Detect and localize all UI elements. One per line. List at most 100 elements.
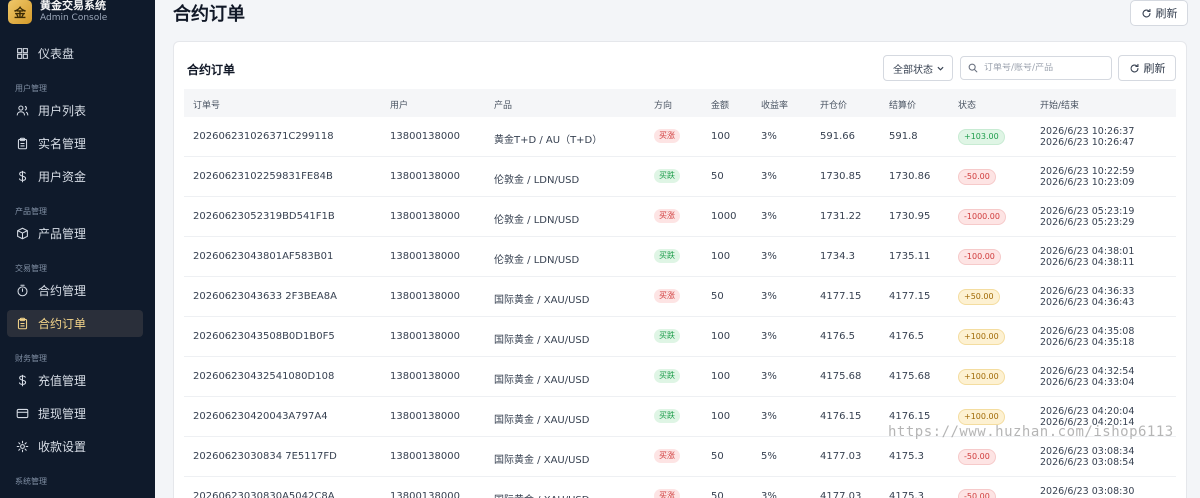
col-user: 用户 [390,101,409,111]
order-amount: 50 [711,171,724,182]
sidebar-item-label: 合约订单 [38,317,87,331]
card-refresh-label: 刷新 [1143,63,1166,75]
order-product: 国际黄金 / XAU/USD [494,335,590,346]
order-rate: 3% [761,371,777,382]
order-time: 2026/6/23 04:32:54 2026/6/23 04:33:04 [1040,366,1134,388]
order-settle-price: 591.8 [889,131,918,142]
status-badge: +100.00 [958,329,1005,345]
order-rate: 3% [761,491,777,498]
col-product: 产品 [494,101,513,111]
search-icon [968,63,978,73]
sidebar-item-0[interactable]: 仪表盘 [7,40,143,67]
table-row[interactable]: 20260623043633 2F3BEA8A 13800138000 国际黄金 /… [184,277,1176,317]
order-open-price: 1734.3 [820,251,855,262]
end-time: 2026/6/23 04:36:43 [1040,297,1135,308]
clipboard-icon [15,137,29,151]
order-user: 13800138000 [390,411,460,422]
nav-group-label: 交易管理 [15,264,47,273]
box-icon [15,227,29,241]
sidebar-item-9[interactable]: 合约订单 [7,310,143,337]
order-settle-price: 1730.86 [889,171,931,182]
table-row[interactable]: 20260623030830A5042C8A 13800138000 国际黄金 / … [184,477,1176,498]
order-user: 13800138000 [390,451,460,462]
status-badge: +50.00 [958,289,1000,305]
sidebar-item-label: 合约管理 [38,284,87,298]
order-open-price: 1731.22 [820,211,862,222]
order-time: 2026/6/23 05:23:19 2026/6/23 05:23:29 [1040,206,1134,228]
dashboard-icon [15,47,29,61]
order-id: 202606230420043A797A4 [193,411,328,422]
order-amount: 50 [711,491,724,498]
order-amount: 100 [711,371,731,382]
order-amount: 100 [711,331,731,342]
sidebar-item-2[interactable]: 用户列表 [7,97,143,124]
col-order-id: 订单号 [193,101,221,111]
card-refresh-button[interactable]: 刷新 [1118,55,1176,81]
end-time: 2026/6/23 04:35:18 [1040,337,1135,348]
order-open-price: 4176.15 [820,411,862,422]
table-row[interactable]: 202606230432541080D108 13800138000 国际黄金 / … [184,357,1176,397]
end-time: 2026/6/23 04:33:04 [1040,377,1135,388]
order-product: 国际黄金 / XAU/USD [494,415,590,426]
direction-badge: 买跌 [654,409,680,423]
order-rate: 3% [761,131,777,142]
order-amount: 100 [711,131,731,142]
status-filter-select[interactable]: 全部状态 [883,55,953,81]
table-row[interactable]: 20260623102259831FE84B 13800138000 伦敦金 / L… [184,157,1176,197]
order-user: 13800138000 [390,371,460,382]
nav-group-label: 用户管理 [15,84,47,93]
search-input[interactable] [984,63,1104,73]
order-open-price: 4175.68 [820,371,862,382]
order-settle-price: 4175.68 [889,371,931,382]
order-rate: 3% [761,211,777,222]
clipboard-icon [15,317,29,331]
order-time: 2026/6/23 04:36:33 2026/6/23 04:36:43 [1040,286,1134,308]
start-time: 2026/6/23 04:32:54 [1040,366,1135,377]
start-time: 2026/6/23 04:20:04 [1040,406,1135,417]
direction-badge: 买涨 [654,209,680,223]
order-id: 20260623043508B0D1B0F5 [193,331,335,342]
order-rate: 3% [761,291,777,302]
order-product: 国际黄金 / XAU/USD [494,295,590,306]
refresh-icon [1142,8,1150,17]
end-time: 2026/6/23 10:23:09 [1040,177,1135,188]
table-row[interactable]: 20260623043801AF583B01 13800138000 伦敦金 / L… [184,237,1176,277]
order-id: 20260623052319BD541F1B [193,211,335,222]
table-row[interactable]: 20260623043508B0D1B0F5 13800138000 国际黄金 / … [184,317,1176,357]
sidebar-item-12[interactable]: 提现管理 [7,400,143,427]
sidebar-item-11[interactable]: 充值管理 [7,367,143,394]
end-time: 2026/6/23 04:38:11 [1040,257,1135,268]
order-amount: 100 [711,411,731,422]
sidebar-item-8[interactable]: 合约管理 [7,277,143,304]
brand-logo: 金 [8,0,32,24]
end-time: 2026/6/23 03:08:54 [1040,457,1135,468]
table-row[interactable]: 20260623030834 7E5117FD 13800138000 国际黄金 /… [184,437,1176,477]
col-status: 状态 [958,101,977,111]
table-row[interactable]: 202606231026371C299118 13800138000 黄金T+D /… [184,117,1176,157]
chevron-down-icon [937,66,944,71]
col-rate: 收益率 [761,101,789,111]
sidebar-item-13[interactable]: 收款设置 [7,433,143,460]
sidebar-item-3[interactable]: 实名管理 [7,130,143,157]
sidebar-item-label: 用户列表 [38,104,87,118]
table-row[interactable]: 20260623052319BD541F1B 13800138000 伦敦金 / L… [184,197,1176,237]
search-field[interactable] [960,56,1112,80]
header-refresh-button[interactable]: 刷新 [1130,0,1188,26]
order-id: 20260623043633 2F3BEA8A [193,291,337,302]
status-badge: -1000.00 [958,209,1006,225]
sidebar-item-4[interactable]: 用户资金 [7,163,143,190]
order-user: 13800138000 [390,491,460,498]
gear-icon [15,440,29,454]
order-time: 2026/6/23 03:08:34 2026/6/23 03:08:54 [1040,446,1134,468]
start-time: 2026/6/23 04:38:01 [1040,246,1135,257]
order-settle-price: 1730.95 [889,211,931,222]
sidebar-item-label: 产品管理 [38,227,87,241]
status-badge: +103.00 [958,129,1005,145]
order-product: 国际黄金 / XAU/USD [494,491,589,498]
order-open-price: 4177.15 [820,291,862,302]
order-amount: 100 [711,251,731,262]
col-settle-price: 结算价 [889,101,917,111]
sidebar-item-6[interactable]: 产品管理 [7,220,143,247]
order-open-price: 1730.85 [820,171,862,182]
status-badge: -50.00 [958,449,996,465]
